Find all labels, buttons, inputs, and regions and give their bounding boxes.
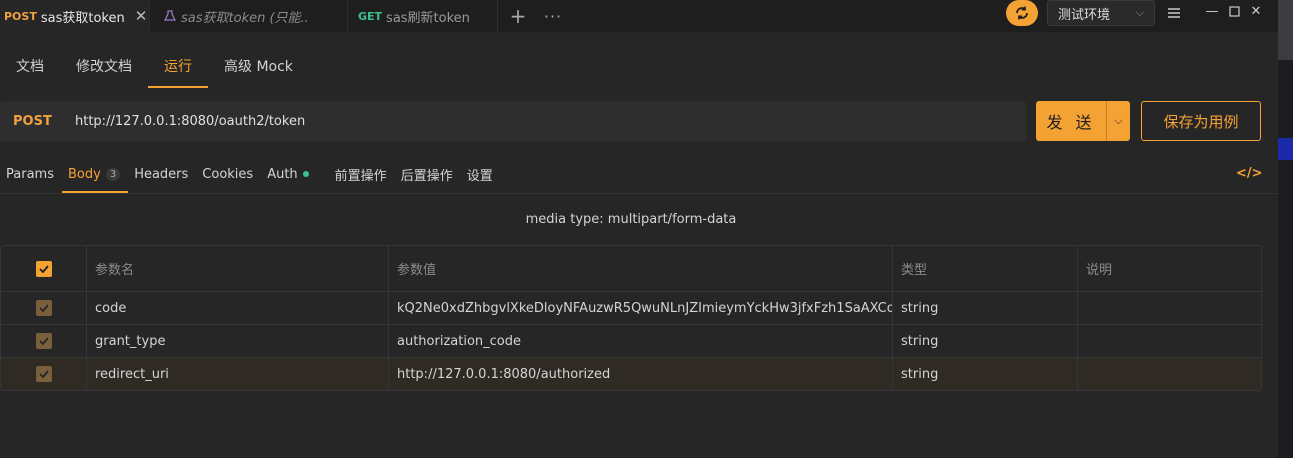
tab-label: Params (6, 166, 54, 182)
environment-label: 测试环境 (1058, 7, 1111, 23)
url-input[interactable]: http://127.0.0.1:8080/oauth2/token (75, 114, 305, 129)
param-name[interactable]: redirect_uri (86, 358, 388, 390)
tab-method: POST (4, 9, 37, 23)
tab-label: sas获取token (只能.. (181, 10, 309, 26)
api-nav-tabs: 文档 修改文档 运行 高级 Mock (0, 44, 309, 88)
param-name[interactable]: grant_type (86, 325, 388, 357)
tab-label: 后置操作 (400, 168, 453, 184)
param-description[interactable] (1077, 325, 1261, 357)
tab-label: Body (67, 166, 101, 182)
table-header: 参数名 参数值 类型 说明 (1, 246, 1261, 291)
close-icon[interactable]: ✕ (135, 7, 148, 25)
tab-label: Headers (134, 166, 189, 182)
tab-sas-get-token-doc[interactable]: sas获取token (只能.. (150, 0, 348, 32)
tab-headers[interactable]: Headers (128, 155, 196, 193)
code-icon[interactable]: </> (1236, 166, 1263, 181)
close-window-icon[interactable]: ✕ (1245, 0, 1267, 22)
tab-body[interactable]: Body 3 (61, 155, 129, 193)
minimize-icon[interactable]: — (1201, 0, 1223, 22)
param-description[interactable] (1077, 292, 1261, 324)
send-button[interactable]: 发 送 ⌵ (1036, 101, 1130, 141)
tab-settings[interactable]: 设置 (461, 155, 501, 193)
select-all-checkbox[interactable] (35, 260, 52, 277)
media-type-label: media type: multipart/form-data (525, 212, 737, 227)
param-value[interactable]: kQ2Ne0xdZhbgvlXkeDloyNFAuzwR5QwuNLnJZImi… (388, 292, 892, 324)
param-value[interactable]: authorization_code (388, 325, 892, 357)
column-header: 参数值 (388, 246, 892, 291)
tab-sas-refresh-token[interactable]: GET sas刷新token (348, 0, 498, 32)
tab-method: GET (358, 9, 383, 23)
environment-select[interactable]: 测试环境 ⌵ (1047, 0, 1155, 26)
sync-icon[interactable] (1006, 0, 1038, 26)
nav-tab-doc[interactable]: 文档 (0, 44, 60, 88)
tab-label: Cookies (202, 166, 254, 182)
tab-sas-get-token[interactable]: POST sas获取token ✕ (0, 0, 150, 32)
tab-pre-actions[interactable]: 前置操作 (329, 155, 395, 193)
chevron-down-icon: ⌵ (1135, 6, 1144, 19)
row-checkbox[interactable] (35, 366, 52, 382)
param-type[interactable]: string (892, 292, 1077, 324)
tab-cookies[interactable]: Cookies (196, 155, 261, 193)
row-checkbox[interactable] (35, 333, 52, 349)
tab-label: 前置操作 (334, 168, 387, 184)
more-icon[interactable]: ··· (538, 0, 568, 32)
table-row: code kQ2Ne0xdZhbgvlXkeDloyNFAuzwR5QwuNLn… (1, 291, 1261, 324)
add-tab-icon[interactable]: + (498, 0, 538, 32)
row-checkbox[interactable] (35, 300, 52, 316)
tab-label: sas刷新token (386, 10, 470, 26)
nav-tab-run[interactable]: 运行 (148, 44, 208, 88)
method-select[interactable]: POST (0, 114, 75, 129)
tab-label: 设置 (466, 168, 493, 184)
status-dot (302, 171, 309, 177)
request-sub-tabs: Params Body 3 Headers Cookies Auth 前置操作 后… (0, 155, 501, 193)
divider (0, 193, 1278, 194)
column-header: 说明 (1077, 246, 1261, 291)
param-description[interactable] (1077, 358, 1261, 390)
count-badge: 3 (105, 167, 121, 181)
nav-tab-edit-doc[interactable]: 修改文档 (60, 44, 148, 88)
param-value[interactable]: http://127.0.0.1:8080/authorized (388, 358, 892, 390)
column-header: 类型 (892, 246, 1077, 291)
chevron-down-icon[interactable]: ⌵ (1106, 101, 1130, 141)
background-window-edge (1278, 0, 1293, 458)
send-label: 发 送 (1046, 113, 1096, 132)
tab-label: Auth (267, 166, 298, 182)
tab-post-actions[interactable]: 后置操作 (395, 155, 461, 193)
menu-icon[interactable] (1160, 0, 1188, 26)
tab-label: sas获取token (40, 10, 125, 26)
url-bar[interactable]: POST http://127.0.0.1:8080/oauth2/token (0, 101, 1026, 141)
table-row: grant_type authorization_code string (1, 324, 1261, 357)
body-params-table: 参数名 参数值 类型 说明 code kQ2Ne0xdZhbgvlXkeDloy… (0, 245, 1262, 391)
nav-tab-advanced-mock[interactable]: 高级 Mock (208, 44, 309, 88)
table-row: redirect_uri http://127.0.0.1:8080/autho… (1, 357, 1261, 390)
tab-params[interactable]: Params (0, 155, 62, 193)
param-type[interactable]: string (892, 358, 1077, 390)
maximize-icon[interactable] (1223, 0, 1245, 22)
param-name[interactable]: code (86, 292, 388, 324)
tab-auth[interactable]: Auth (261, 155, 316, 193)
case-icon (164, 10, 176, 21)
save-as-case-button[interactable]: 保存为用例 (1141, 101, 1261, 141)
column-header: 参数名 (86, 246, 388, 291)
param-type[interactable]: string (892, 325, 1077, 357)
